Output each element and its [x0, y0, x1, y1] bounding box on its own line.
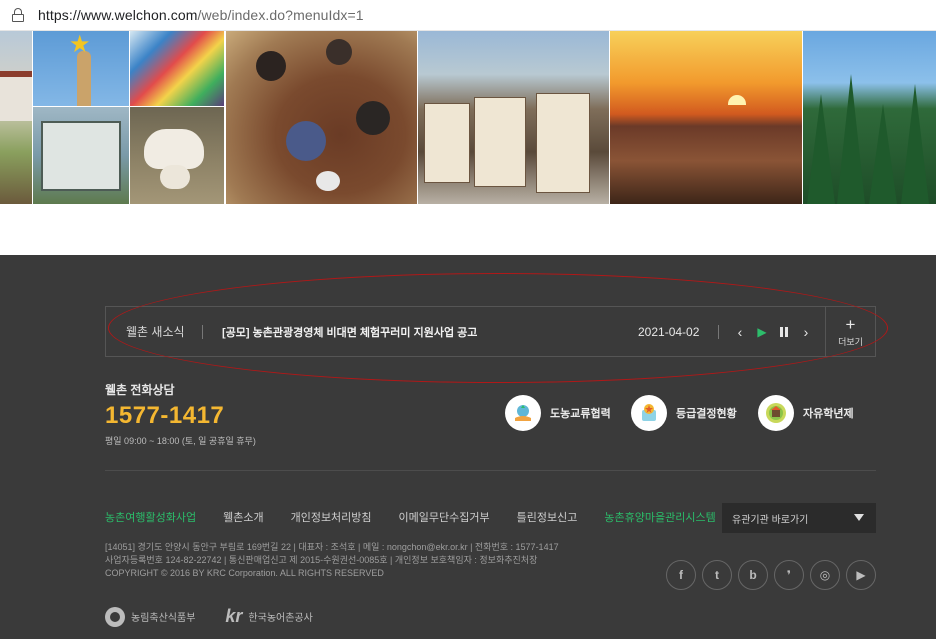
divider: [202, 324, 203, 339]
school-icon: [758, 395, 794, 431]
spacer: [0, 204, 936, 255]
ministry-emblem-icon: [105, 606, 125, 627]
footer-link-report-error[interactable]: 틀린정보신고: [517, 509, 578, 525]
more-button[interactable]: + 더보기: [825, 307, 875, 356]
plus-icon: +: [845, 314, 856, 334]
more-label: 더보기: [838, 336, 863, 347]
photo-village-board: [33, 107, 129, 204]
post-icon[interactable]: ❜: [774, 560, 804, 590]
quick-link-label: 등급결정현황: [676, 408, 737, 420]
krc-logo: kr 한국농어촌공사: [225, 606, 312, 627]
news-ticker: 웰촌 새소식 [공모] 농촌관광경영체 비대면 체험꾸러미 지원사업 공고 20…: [105, 306, 876, 357]
krc-mark: kr: [225, 606, 243, 626]
chevron-left-icon[interactable]: ‹: [733, 325, 747, 339]
krc-name: 한국농어촌공사: [248, 613, 313, 624]
contact-hours: 평일 09:00 ~ 18:00 (토, 일 공휴일 휴무): [105, 436, 256, 446]
quick-link-rating[interactable]: 등급결정현황: [631, 395, 737, 431]
photo-sunset-lake: [610, 31, 802, 204]
photo-star-statue: ★: [33, 31, 129, 106]
lock-icon[interactable]: [12, 8, 24, 22]
photo-house: [0, 31, 32, 204]
quick-link-label: 자유학년제: [803, 408, 854, 420]
youtube-icon[interactable]: ▶: [846, 560, 876, 590]
facebook-icon[interactable]: f: [666, 560, 696, 590]
instagram-icon[interactable]: ◎: [810, 560, 840, 590]
social-links: f t b ❜ ◎ ▶: [666, 560, 876, 590]
url-path: /web/index.do?menuIdx=1: [197, 7, 364, 23]
footer-links: 농촌여행활성화사업 웰촌소개 개인정보처리방침 이메일무단수집거부 틀린정보신고…: [105, 509, 743, 525]
partner-logos: 농림축산식품부 kr 한국농어촌공사: [105, 606, 313, 627]
divider: [105, 470, 876, 471]
quick-link-free-semester[interactable]: 자유학년제: [758, 395, 854, 431]
quick-link-label: 도농교류협력: [550, 408, 611, 420]
chevron-right-icon[interactable]: ›: [799, 325, 813, 339]
contact-phone-number: 1577-1417: [105, 402, 225, 429]
photo-wooden-signs: [418, 31, 609, 204]
photo-banner-strip: ★: [0, 31, 936, 204]
footer-link-village-system[interactable]: 농촌휴양마을관리시스템: [604, 509, 715, 525]
browser-url-bar[interactable]: https://www.welchon.com/web/index.do?men…: [0, 0, 936, 31]
footer-link-no-email[interactable]: 이메일무단수집거부: [399, 509, 490, 525]
news-date: 2021-04-02: [638, 324, 700, 339]
divider: [718, 324, 719, 339]
contact-label: 웰촌 전화상담: [105, 383, 175, 397]
company-info: [14051] 경기도 안양시 동안구 부림로 169번길 22 | 대표자 :…: [105, 541, 559, 580]
related-sites-select[interactable]: 유관기관 바로가기: [722, 503, 876, 533]
address-text[interactable]: https://www.welchon.com/web/index.do?men…: [38, 7, 364, 23]
site-footer: 웰촌 새소식 [공모] 농촌관광경영체 비대면 체험꾸러미 지원사업 공고 20…: [0, 255, 936, 639]
photo-goats: [130, 107, 224, 204]
twitter-icon[interactable]: t: [702, 560, 732, 590]
blog-icon[interactable]: b: [738, 560, 768, 590]
url-host: https://www.welchon.com: [38, 7, 198, 23]
footer-link-privacy[interactable]: 개인정보처리방침: [291, 509, 372, 525]
caret-down-icon: [854, 514, 864, 521]
footer-link-rural-travel[interactable]: 농촌여행활성화사업: [105, 509, 196, 525]
related-sites-label: 유관기관 바로가기: [732, 514, 809, 526]
pause-icon[interactable]: [777, 325, 791, 339]
photo-family-planting: [226, 31, 417, 204]
registration-line: 사업자등록번호 124-82-22742 | 통신판매업신고 제 2015-수원…: [105, 555, 538, 565]
address-line: [14051] 경기도 안양시 동안구 부림로 169번길 22 | 대표자 :…: [105, 542, 559, 552]
ministry-logo: 농림축산식품부: [105, 606, 196, 627]
play-icon[interactable]: ▶: [755, 325, 769, 339]
handshake-icon: [505, 395, 541, 431]
footer-link-about[interactable]: 웰촌소개: [223, 509, 263, 525]
quick-link-exchange[interactable]: 도농교류협력: [505, 395, 611, 431]
ministry-name: 농림축산식품부: [131, 613, 196, 624]
news-ticker-title: 웰촌 새소식: [126, 325, 185, 339]
rating-icon: [631, 395, 667, 431]
photo-mural-wall: [130, 31, 224, 106]
news-headline-link[interactable]: [공모] 농촌관광경영체 비대면 체험꾸러미 지원사업 공고: [222, 324, 602, 340]
copyright-line: COPYRIGHT © 2016 BY KRC Corporation. ALL…: [105, 568, 384, 578]
news-controls: ‹ ▶ ›: [733, 325, 813, 339]
photo-forest: [803, 31, 936, 204]
